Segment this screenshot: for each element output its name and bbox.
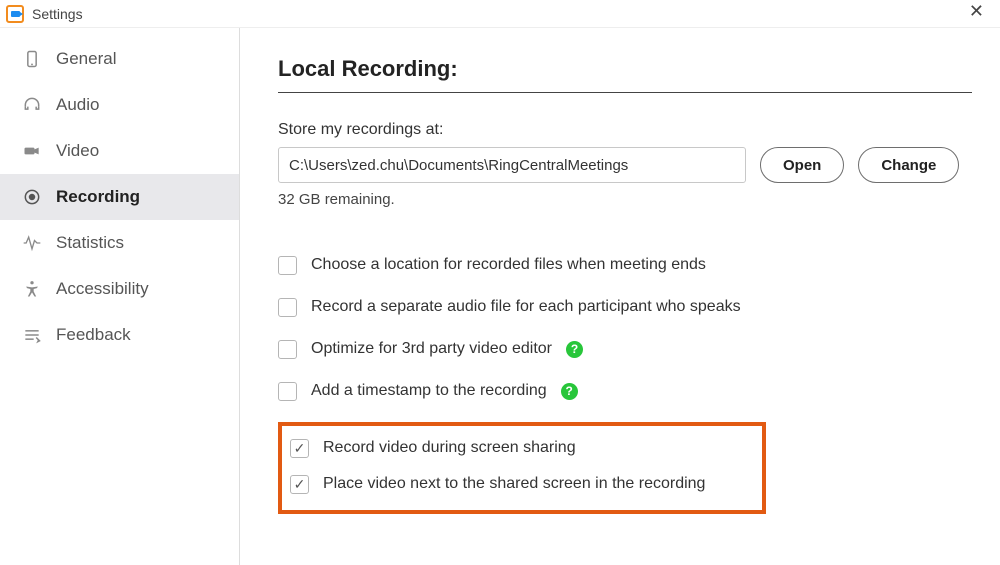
store-label: Store my recordings at: — [278, 121, 972, 139]
sidebar-item-label: General — [56, 49, 116, 69]
close-icon: ✕ — [969, 1, 984, 21]
remaining-space: 32 GB remaining. — [278, 191, 972, 208]
sidebar-item-accessibility[interactable]: Accessibility — [0, 266, 239, 312]
help-icon[interactable]: ? — [566, 341, 583, 358]
option-label: Record a separate audio file for each pa… — [311, 298, 741, 316]
video-icon — [18, 141, 46, 161]
app-icon — [6, 5, 24, 23]
section-heading: Local Recording: — [278, 56, 972, 93]
path-row: Open Change — [278, 147, 972, 183]
option-record-video-share: Record video during screen sharing — [290, 430, 752, 466]
option-place-video-next: Place video next to the shared screen in… — [290, 466, 752, 502]
open-button[interactable]: Open — [760, 147, 844, 183]
sidebar-item-video[interactable]: Video — [0, 128, 239, 174]
sidebar-item-label: Video — [56, 141, 99, 161]
help-icon[interactable]: ? — [561, 383, 578, 400]
accessibility-icon — [18, 279, 46, 299]
sidebar-item-label: Audio — [56, 95, 99, 115]
sidebar-item-audio[interactable]: Audio — [0, 82, 239, 128]
checkbox-record-video-share[interactable] — [290, 439, 309, 458]
option-add-timestamp: Add a timestamp to the recording ? — [278, 374, 972, 408]
content-panel: Local Recording: Store my recordings at:… — [240, 28, 1000, 565]
sidebar-item-recording[interactable]: Recording — [0, 174, 239, 220]
options-list: Choose a location for recorded files whe… — [278, 248, 972, 514]
recording-icon — [18, 187, 46, 207]
option-label: Optimize for 3rd party video editor — [311, 340, 552, 358]
window-title: Settings — [32, 6, 83, 22]
highlighted-options: Record video during screen sharing Place… — [278, 422, 766, 514]
option-label: Choose a location for recorded files whe… — [311, 256, 706, 274]
recording-path-input[interactable] — [278, 147, 746, 183]
window-body: General Audio Video Recording — [0, 28, 1000, 565]
settings-window: Settings ✕ General Audio — [0, 0, 1000, 565]
checkbox-add-timestamp[interactable] — [278, 382, 297, 401]
option-optimize-editor: Optimize for 3rd party video editor ? — [278, 332, 972, 366]
option-separate-audio: Record a separate audio file for each pa… — [278, 290, 972, 324]
sidebar: General Audio Video Recording — [0, 28, 240, 565]
sidebar-item-label: Feedback — [56, 325, 131, 345]
checkbox-optimize-editor[interactable] — [278, 340, 297, 359]
close-button[interactable]: ✕ — [963, 2, 990, 20]
option-label: Record video during screen sharing — [323, 439, 576, 457]
checkbox-choose-location[interactable] — [278, 256, 297, 275]
option-label: Place video next to the shared screen in… — [323, 475, 705, 493]
sidebar-item-general[interactable]: General — [0, 36, 239, 82]
checkbox-separate-audio[interactable] — [278, 298, 297, 317]
sidebar-item-statistics[interactable]: Statistics — [0, 220, 239, 266]
audio-icon — [18, 95, 46, 115]
checkbox-place-video-next[interactable] — [290, 475, 309, 494]
option-choose-location: Choose a location for recorded files whe… — [278, 248, 972, 282]
sidebar-item-label: Accessibility — [56, 279, 149, 299]
general-icon — [18, 49, 46, 69]
statistics-icon — [18, 233, 46, 253]
sidebar-item-feedback[interactable]: Feedback — [0, 312, 239, 358]
option-label: Add a timestamp to the recording — [311, 382, 547, 400]
sidebar-item-label: Statistics — [56, 233, 124, 253]
feedback-icon — [18, 325, 46, 345]
change-button[interactable]: Change — [858, 147, 959, 183]
titlebar: Settings ✕ — [0, 0, 1000, 28]
sidebar-item-label: Recording — [56, 187, 140, 207]
